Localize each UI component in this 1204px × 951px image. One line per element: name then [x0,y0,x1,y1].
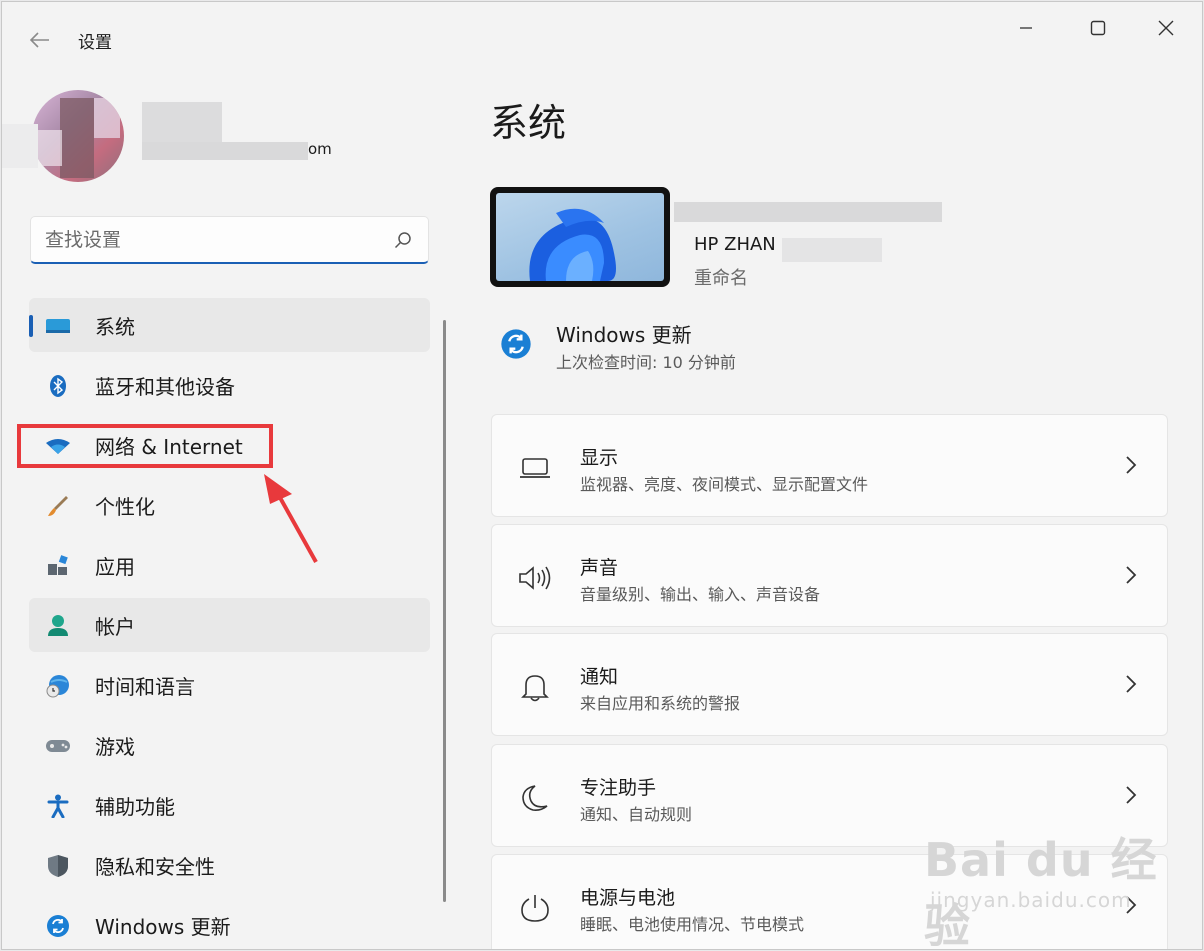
windows-update-icon [501,329,531,359]
sidebar-item-label: Windows 更新 [95,914,231,939]
sidebar-item-label: 应用 [95,554,135,579]
settings-window: 设置 om 系统 [1,1,1203,950]
bluetooth-icon [45,373,71,399]
sidebar-scrollbar[interactable] [443,320,446,902]
back-button[interactable] [24,24,56,56]
shield-icon [45,853,71,879]
sidebar-item-label: 蓝牙和其他设备 [95,374,235,399]
selection-indicator [29,315,33,337]
card-subtitle: 来自应用和系统的警报 [580,694,741,713]
brush-icon [45,493,71,519]
chevron-right-icon [1126,566,1137,584]
sidebar-item-label: 游戏 [95,734,135,759]
gamepad-icon [45,733,71,759]
search-icon[interactable] [394,231,412,249]
sidebar-item-windows-update[interactable]: Windows 更新 [29,898,430,949]
minimize-icon [1020,27,1032,29]
avatar[interactable] [32,90,124,182]
sidebar-item-label: 辅助功能 [95,794,175,819]
baidu-watermark: Bai du 经验 jingyan.baidu.com [924,824,1202,950]
sidebar-item-privacy[interactable]: 隐私和安全性 [29,838,430,892]
sidebar-item-label: 时间和语言 [95,674,195,699]
moon-icon [518,781,552,815]
card-subtitle: 音量级别、输出、输入、声音设备 [580,585,821,604]
card-title: 电源与电池 [580,887,676,909]
card-title: 显示 [580,447,619,469]
card-title: 专注助手 [580,777,657,799]
device-thumbnail [490,187,670,287]
chevron-right-icon [1126,786,1137,804]
device-owner-redacted [674,202,942,222]
sidebar-item-time-language[interactable]: 时间和语言 [29,658,430,712]
search-input[interactable] [45,226,375,254]
chevron-right-icon [1126,675,1137,693]
sidebar-item-label: 隐私和安全性 [95,854,215,879]
account-icon [45,613,71,639]
globe-clock-icon [45,673,71,699]
app-title: 设置 [78,33,112,53]
update-last-checked: 上次检查时间: 10 分钟前 [556,353,736,372]
bell-icon [518,670,552,704]
settings-card-display[interactable]: 显示 监视器、亮度、夜间模式、显示配置文件 [491,414,1168,517]
monitor-icon [45,313,71,339]
card-title: 声音 [580,557,619,579]
sidebar-item-bluetooth[interactable]: 蓝牙和其他设备 [29,358,430,412]
maximize-button[interactable] [1064,8,1132,48]
profile-blur-left [2,124,38,168]
update-title[interactable]: Windows 更新 [556,319,692,348]
annotation-arrow-icon [264,474,318,563]
apps-icon [45,553,71,579]
sidebar-item-apps[interactable]: 应用 [29,538,430,592]
page-title: 系统 [490,101,567,145]
sidebar-item-system[interactable]: 系统 [29,298,430,352]
annotation-highlight-box [17,424,273,468]
watermark-main: Bai du 经验 [924,833,1158,950]
sidebar-item-accounts[interactable]: 帐户 [29,598,430,652]
profile-name-redacted [142,102,222,142]
rename-link[interactable]: 重命名 [694,264,748,290]
speaker-icon [518,561,552,595]
device-name-redacted [782,238,882,262]
update-icon [45,913,71,939]
laptop-icon [518,451,552,485]
profile-email-redacted [142,142,308,160]
settings-card-sound[interactable]: 声音 音量级别、输出、输入、声音设备 [491,524,1168,627]
card-title: 通知 [580,666,619,688]
sidebar-item-label: 个性化 [95,494,155,519]
card-subtitle: 监视器、亮度、夜间模式、显示配置文件 [580,475,869,494]
watermark-url: jingyan.baidu.com [930,888,1132,912]
search-box[interactable] [30,216,429,264]
sidebar-item-gaming[interactable]: 游戏 [29,718,430,772]
card-subtitle: 睡眠、电池使用情况、节电模式 [580,915,805,934]
close-icon [1158,20,1174,36]
sidebar-item-accessibility[interactable]: 辅助功能 [29,778,430,832]
profile-email: om [308,140,332,158]
sidebar-item-personalization[interactable]: 个性化 [29,478,430,532]
device-name: HP ZHAN [694,234,776,255]
chevron-right-icon [1126,456,1137,474]
close-button[interactable] [1132,8,1200,48]
arrow-left-icon [30,32,49,48]
power-icon [518,891,552,925]
sidebar-item-label: 帐户 [95,614,135,639]
sidebar-item-label: 系统 [95,314,135,339]
settings-card-notifications[interactable]: 通知 来自应用和系统的警报 [491,633,1168,736]
maximize-icon [1090,20,1106,36]
minimize-button[interactable] [992,8,1060,48]
accessibility-icon [45,793,71,819]
card-subtitle: 通知、自动规则 [580,805,693,824]
title-bar: 设置 [2,2,1202,74]
